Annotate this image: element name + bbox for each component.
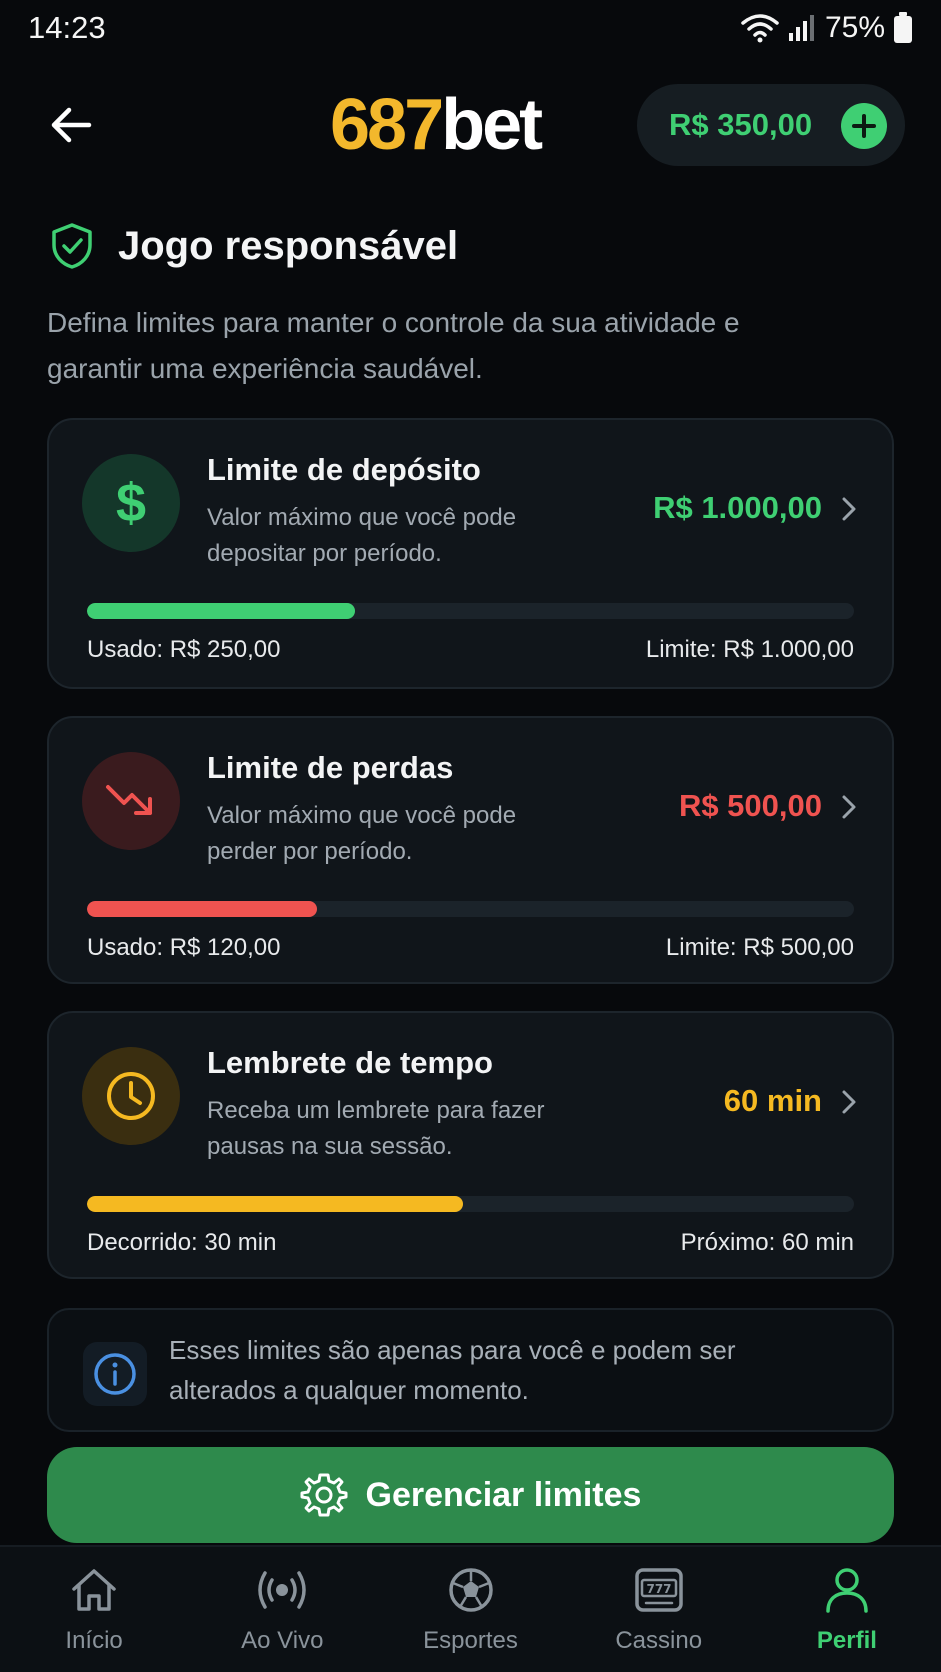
next-label: Próximo: 60 min bbox=[680, 1229, 854, 1256]
card-subtitle: Receba um lembrete para fazer pausas na … bbox=[207, 1097, 545, 1160]
logo-text: bet bbox=[441, 85, 543, 165]
status-icons: 75% bbox=[741, 11, 913, 45]
used-label: Usado: R$ 250,00 bbox=[87, 636, 281, 663]
user-icon bbox=[820, 1563, 874, 1617]
deposit-limit-card[interactable]: $ Limite de depósito Valor máximo que vo… bbox=[47, 418, 894, 689]
card-subtitle: Valor máximo que você pode perder por pe… bbox=[207, 802, 517, 865]
page-title-row: Jogo responsável bbox=[50, 222, 458, 270]
balance-button[interactable]: R$ 350,00 bbox=[637, 84, 905, 166]
add-funds-icon bbox=[841, 103, 887, 149]
nav-label: Início bbox=[65, 1627, 123, 1654]
progress-track bbox=[87, 1196, 854, 1212]
nav-item-ao-vivo[interactable]: Ao Vivo bbox=[188, 1547, 376, 1672]
progress-fill bbox=[87, 603, 356, 619]
nav-item-cassino[interactable]: 777 Cassino bbox=[565, 1547, 753, 1672]
card-title: Lembrete de tempo bbox=[207, 1045, 493, 1080]
nav-label: Perfil bbox=[816, 1627, 877, 1654]
card-value: 60 min bbox=[723, 1083, 822, 1118]
info-notice: Esses limites são apenas para você e pod… bbox=[47, 1308, 894, 1432]
progress-fill bbox=[87, 1196, 463, 1212]
limit-label: Limite: R$ 500,00 bbox=[665, 934, 854, 961]
soccer-ball-icon bbox=[444, 1563, 498, 1617]
loss-limit-card[interactable]: Limite de perdas Valor máximo que você p… bbox=[47, 716, 894, 984]
status-bar: 14:23 75% bbox=[0, 0, 941, 56]
page-description: Defina limites para manter o controle da… bbox=[47, 307, 740, 384]
nav-label: Cassino bbox=[615, 1627, 703, 1654]
svg-text:777: 777 bbox=[646, 1582, 671, 1596]
wifi-icon bbox=[741, 14, 779, 43]
used-label: Usado: R$ 120,00 bbox=[87, 934, 281, 961]
manage-limits-button[interactable]: Gerenciar limites bbox=[47, 1447, 894, 1543]
chevron-right-icon bbox=[842, 1090, 856, 1114]
balance-amount: R$ 350,00 bbox=[669, 107, 813, 142]
card-value: R$ 1.000,00 bbox=[653, 490, 822, 525]
shield-check-icon bbox=[52, 223, 92, 269]
arrow-left-icon bbox=[51, 107, 92, 143]
logo-number: 687 bbox=[330, 85, 444, 165]
trending-down-icon bbox=[82, 752, 180, 850]
chevron-right-icon bbox=[842, 795, 856, 819]
card-value: R$ 500,00 bbox=[678, 788, 822, 823]
info-text: Esses limites são apenas para você e pod… bbox=[169, 1335, 736, 1405]
nav-item-perfil[interactable]: Perfil bbox=[753, 1547, 941, 1672]
live-icon bbox=[255, 1563, 309, 1617]
nav-label: Ao Vivo bbox=[241, 1627, 324, 1654]
app-header: 687bet R$ 350,00 bbox=[0, 84, 941, 166]
chevron-right-icon bbox=[842, 497, 856, 521]
time-reminder-card[interactable]: Lembrete de tempo Receba um lembrete par… bbox=[47, 1011, 894, 1279]
home-icon bbox=[67, 1563, 121, 1617]
brand-logo: 687bet bbox=[330, 85, 543, 165]
info-icon bbox=[83, 1342, 147, 1406]
nav-label: Esportes bbox=[423, 1627, 518, 1654]
page-title: Jogo responsável bbox=[118, 223, 459, 268]
progress-track bbox=[87, 901, 854, 917]
bottom-navigation: Início Ao Vivo Esportes 777 Cassino Perf… bbox=[0, 1545, 941, 1672]
clock-icon bbox=[82, 1047, 180, 1145]
manage-limits-label: Gerenciar limites bbox=[365, 1475, 642, 1514]
card-subtitle: Valor máximo que você pode depositar por… bbox=[207, 504, 517, 567]
card-title: Limite de perdas bbox=[207, 750, 454, 785]
progress-fill bbox=[87, 901, 318, 917]
dollar-icon: $ bbox=[82, 454, 180, 552]
progress-track bbox=[87, 603, 854, 619]
status-time: 14:23 bbox=[28, 10, 106, 45]
battery-icon bbox=[894, 12, 912, 43]
nav-item-inicio[interactable]: Início bbox=[0, 1547, 188, 1672]
nav-item-esportes[interactable]: Esportes bbox=[376, 1547, 564, 1672]
limit-label: Limite: R$ 1.000,00 bbox=[645, 636, 854, 663]
back-button[interactable] bbox=[44, 100, 98, 150]
card-title: Limite de depósito bbox=[207, 452, 481, 487]
signal-icon bbox=[788, 15, 814, 41]
battery-percentage: 75% bbox=[824, 11, 885, 44]
elapsed-label: Decorrido: 30 min bbox=[87, 1229, 277, 1256]
gear-icon bbox=[300, 1473, 348, 1517]
slot-machine-icon: 777 bbox=[632, 1563, 686, 1617]
